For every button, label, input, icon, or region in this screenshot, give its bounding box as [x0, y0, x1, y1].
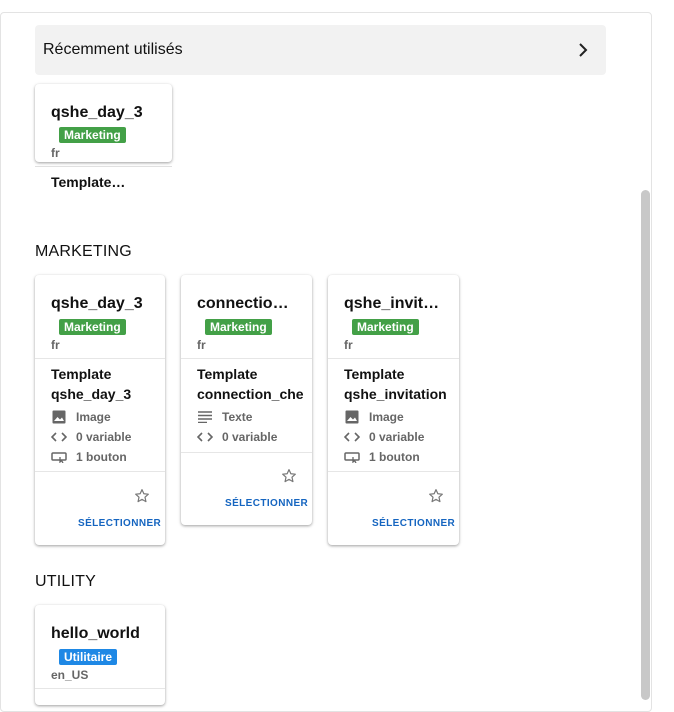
- divider: [35, 688, 165, 689]
- divider: [35, 471, 165, 472]
- button-icon: [344, 449, 360, 465]
- template-title-line2: connection_che: [197, 386, 304, 402]
- media-type: Image: [76, 410, 111, 424]
- variables-row: 0 variable: [344, 429, 455, 445]
- recent-accordion-header[interactable]: Récemment utilisés: [35, 25, 606, 75]
- button-count: 1 bouton: [369, 450, 420, 464]
- media-type: Texte: [222, 410, 253, 424]
- template-language: en_US: [51, 668, 89, 682]
- recent-title: Récemment utilisés: [43, 41, 183, 58]
- template-title-line1: Template: [51, 366, 112, 382]
- template-title-line2: qshe_invitation: [344, 386, 447, 402]
- star-outline-icon[interactable]: [134, 488, 150, 504]
- template-language: fr: [51, 338, 60, 352]
- media-row: Image: [51, 409, 161, 425]
- scrollbar-thumb[interactable]: [641, 190, 650, 700]
- text-icon: [197, 409, 213, 425]
- buttons-row: 1 bouton: [51, 449, 161, 465]
- template-language: fr: [344, 338, 353, 352]
- code-icon: [197, 429, 213, 445]
- divider: [35, 358, 165, 359]
- code-icon: [51, 429, 67, 445]
- template-name: hello_world: [51, 625, 140, 642]
- star-outline-icon[interactable]: [281, 468, 297, 484]
- variable-count: 0 variable: [76, 430, 132, 444]
- recent-card-underline: [35, 166, 172, 167]
- template-name: qshe_invita…: [344, 295, 443, 312]
- chevron-right-icon: [574, 41, 592, 59]
- code-icon: [344, 429, 360, 445]
- button-count: 1 bouton: [76, 450, 127, 464]
- template-title-line1: Template: [197, 366, 258, 382]
- select-button[interactable]: SÉLECTIONNER: [225, 498, 308, 509]
- template-card[interactable]: qshe_day_3 Marketing fr Template qshe_da…: [35, 275, 165, 545]
- divider: [328, 471, 459, 472]
- divider: [181, 452, 312, 453]
- image-icon: [51, 409, 67, 425]
- category-badge: Marketing: [59, 127, 126, 143]
- template-card[interactable]: hello_world Utilitaire en_US: [35, 605, 165, 705]
- template-card[interactable]: connection… Marketing fr Template connec…: [181, 275, 312, 525]
- category-badge: Utilitaire: [59, 649, 118, 665]
- divider: [328, 358, 459, 359]
- buttons-row: 1 bouton: [344, 449, 455, 465]
- category-badge: Marketing: [205, 319, 272, 335]
- section-title-marketing: MARKETING: [35, 243, 132, 260]
- category-badge: Marketing: [352, 319, 419, 335]
- template-name: qshe_day_3: [51, 295, 143, 312]
- divider: [181, 358, 312, 359]
- media-row: Image: [344, 409, 455, 425]
- variables-row: 0 variable: [51, 429, 161, 445]
- template-card[interactable]: qshe_invita… Marketing fr Template qshe_…: [328, 275, 459, 545]
- select-button[interactable]: SÉLECTIONNER: [372, 518, 455, 529]
- select-button[interactable]: SÉLECTIONNER: [78, 518, 161, 529]
- image-icon: [344, 409, 360, 425]
- media-type: Image: [369, 410, 404, 424]
- recent-template-preview: Template…: [51, 174, 126, 190]
- category-badge: Marketing: [59, 319, 126, 335]
- media-row: Texte: [197, 409, 308, 425]
- template-language: fr: [51, 146, 60, 160]
- variables-row: 0 variable: [197, 429, 308, 445]
- template-title-line1: Template: [344, 366, 405, 382]
- variable-count: 0 variable: [222, 430, 278, 444]
- button-icon: [51, 449, 67, 465]
- template-language: fr: [197, 338, 206, 352]
- star-outline-icon[interactable]: [428, 488, 444, 504]
- recent-template-card[interactable]: qshe_day_3 Marketing fr: [35, 84, 172, 162]
- template-name: qshe_day_3: [51, 104, 143, 121]
- template-name: connection…: [197, 295, 296, 312]
- section-title-utility: UTILITY: [35, 573, 96, 590]
- variable-count: 0 variable: [369, 430, 425, 444]
- template-title-line2: qshe_day_3: [51, 386, 132, 402]
